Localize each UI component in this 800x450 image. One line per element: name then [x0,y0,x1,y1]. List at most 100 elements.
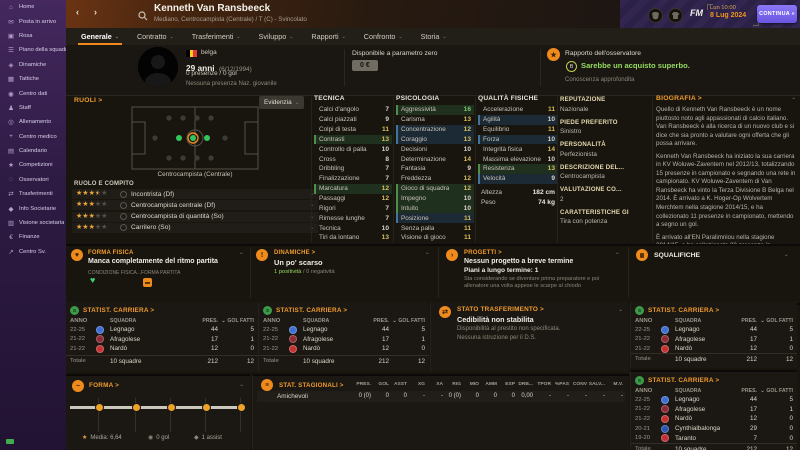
seasonal-col-header[interactable]: ASST [389,382,407,387]
role-row[interactable]: ★★★★★ Incontrista (Df) ⌄ [72,189,318,199]
career-row[interactable]: 22-25 Legnago 44 5 [631,395,797,405]
seasonal-col-header[interactable]: %PAS [551,382,569,387]
chevron-down-icon[interactable]: ⌄ [784,252,789,258]
col-header-gol[interactable]: GOL FATTI [227,318,254,324]
sidebar-item[interactable]: ◎ Allenamento [0,115,66,129]
chevron-down-icon[interactable]: ⌄ [791,95,796,102]
career-row[interactable]: 21-22 Afragolese 17 1 [631,405,797,415]
sidebar-item[interactable]: ▥ Visione societaria [0,216,66,230]
col-header-squadra[interactable]: SQUADRA [303,318,357,324]
seasonal-col-header[interactable]: ESP [497,382,515,387]
col-header-gol[interactable]: GOL FATTI [766,318,793,324]
seasonal-col-header[interactable]: XG [407,382,425,387]
panel-title[interactable]: STATIST. CARRIERA > [648,377,719,384]
tab[interactable]: Sviluppo ⌄ [250,28,303,45]
career-row[interactable]: 21-22 Nardò 12 0 [259,344,429,354]
tab[interactable]: Contratto ⌄ [128,28,183,45]
suspensions-panel-title[interactable]: SQUALIFICHE [654,252,700,259]
dynamics-panel-title[interactable]: DINAMICHE > [274,250,315,256]
seasonal-col-header[interactable]: M.V. [605,382,623,387]
career-row[interactable]: 21-22 Nardò 12 0 [631,344,797,353]
sidebar-item[interactable]: ▦ Tattiche [0,72,66,86]
nav-back-button[interactable]: ‹ [76,7,79,17]
seasonal-col-header[interactable]: GOL [371,382,389,387]
career-row[interactable]: 21-22 Afragolese 17 1 [66,335,258,345]
sidebar-item[interactable]: ◆ Info Societarie [0,201,66,215]
seasonal-col-header[interactable]: SALV... [587,382,605,387]
career-row[interactable]: 21-22 Afragolese 17 1 [631,335,797,345]
seasonal-col-header[interactable]: RIG [443,382,461,387]
seasonal-col-header[interactable]: PRES. [353,382,371,387]
col-header-squadra[interactable]: SQUADRA [675,388,725,394]
roles-panel-title[interactable]: RUOLI > [74,97,102,104]
panel-title[interactable]: STATIST. CARRIERA > [648,307,719,314]
sidebar-item[interactable]: + Centro medico [0,130,66,144]
sidebar-item[interactable]: ▣ Rosa [0,29,66,43]
sidebar-item[interactable]: ◈ Dinamiche [0,58,66,72]
col-header-anno[interactable]: ANNO [70,318,96,324]
form-point[interactable] [202,403,211,412]
sidebar-item[interactable]: ◉ Centro dati [0,86,66,100]
tab[interactable]: Confronto ⌄ [355,28,412,45]
col-header-anno[interactable]: ANNO [635,388,661,394]
form-point[interactable] [95,403,104,412]
sidebar-item[interactable]: ♟ Staff [0,101,66,115]
form-point[interactable] [167,403,176,412]
col-header-pres[interactable]: PRES. [725,318,757,324]
club-crest-icon[interactable] [648,8,663,23]
sidebar-item[interactable]: € Finanze [0,230,66,244]
sidebar-item[interactable]: ☰ Piano della squadra [0,43,66,57]
career-row[interactable]: 21-22 Nardò 12 0 [631,414,797,424]
col-header-anno[interactable]: ANNO [263,318,289,324]
form-point[interactable] [132,403,141,412]
sidebar-item[interactable]: ✉ Posta in arrivo [0,14,66,28]
chevron-down-icon[interactable]: ⌄ [615,250,620,256]
chevron-down-icon[interactable]: ⌄ [618,307,623,313]
career-row[interactable]: 22-25 Legnago 44 5 [631,325,797,335]
career-row[interactable]: 21-22 Nardò 12 0 [66,344,258,354]
sidebar-item[interactable]: ▤ Calendario [0,144,66,158]
tab[interactable]: Storia ⌄ [412,28,456,45]
role-row[interactable]: ★★★★★ Centrocampista di quantità (So) ⌄ [72,212,318,222]
continue-button[interactable]: CONTINUA » [757,5,797,23]
plans-panel-title[interactable]: PROGETTI > [464,250,502,256]
seasonal-col-header[interactable]: AMM [479,382,497,387]
seasonal-col-header[interactable]: XA [425,382,443,387]
panel-title[interactable]: STATIST. CARRIERA > [83,307,154,314]
chevron-down-icon[interactable]: ⌄ [425,250,430,256]
sidebar-item[interactable]: ★ Competizioni [0,158,66,172]
chevron-down-icon[interactable]: ⌄ [239,250,244,256]
career-row[interactable]: 21-22 Afragolese 17 1 [259,335,429,345]
kit-icon[interactable] [668,8,683,23]
career-row[interactable]: 19-20 Taranto 7 0 [631,433,797,443]
role-row[interactable]: ★★★★★ Centrocampista centrale (Df) ⌄ [72,200,318,210]
col-header-pres[interactable]: PRES. [186,318,218,324]
sidebar-item[interactable]: ⌂ Home [0,0,66,14]
career-row[interactable]: 20-21 Cynthialbalonga 29 0 [631,424,797,434]
seasonal-col-header[interactable]: MIO [461,382,479,387]
panel-title[interactable]: STAT. STAGIONALI > [279,382,344,389]
career-row[interactable]: 22-25 Legnago 44 5 [259,325,429,335]
career-row[interactable]: 22-25 Legnago 44 5 [66,325,258,335]
col-header-pres[interactable]: PRES. [357,318,389,324]
panel-title[interactable]: STATO TRASFERIMENTO > [457,306,544,313]
form-point[interactable] [237,403,246,412]
panel-title[interactable]: FORMA > [89,382,119,389]
transfer-fee-badge[interactable]: 0 € [352,60,378,71]
col-header-squadra[interactable]: SQUADRA [675,318,725,324]
sidebar-item[interactable]: ⇄ Trasferimenti [0,187,66,201]
col-header-squadra[interactable]: SQUADRA [110,318,186,324]
sidebar-item[interactable]: ◌ Osservatori [0,173,66,187]
tab[interactable]: Rapporti ⌄ [302,28,354,45]
panel-title[interactable]: STATIST. CARRIERA > [276,307,347,314]
seasonal-col-header[interactable]: TPOR [533,382,551,387]
tab[interactable]: Generale ⌄ [72,28,128,45]
biography-title[interactable]: BIOGRAFIA > [656,95,702,102]
col-header-gol[interactable]: GOL FATTI [398,318,425,324]
search-icon[interactable] [138,8,148,26]
role-row[interactable]: ★★★★★ Carrilero (So) ⌄ [72,223,318,233]
chevron-down-icon[interactable]: ⌄ [239,382,244,388]
highlight-dropdown[interactable]: Evidenzia ⌄ [259,96,304,109]
col-header-anno[interactable]: ANNO [635,318,661,324]
col-header-pres[interactable]: PRES. [725,388,757,394]
